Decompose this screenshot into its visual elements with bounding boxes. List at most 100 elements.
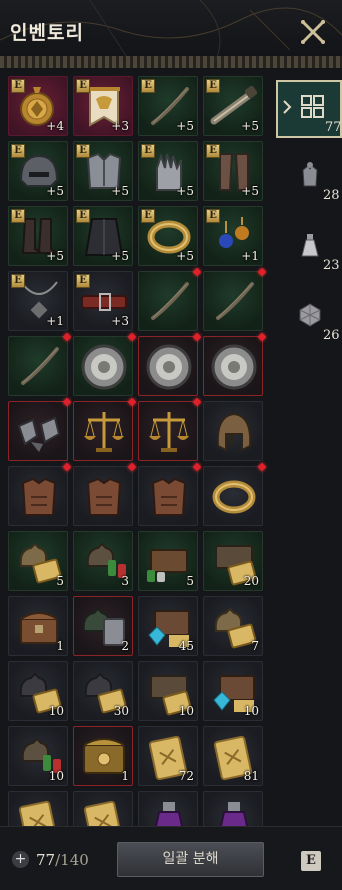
- inventory-slot[interactable]: [203, 401, 263, 461]
- shield-icon: [81, 344, 127, 390]
- inventory-slot[interactable]: [73, 397, 137, 461]
- item-count: +1: [46, 314, 64, 328]
- inventory-slot[interactable]: [8, 332, 72, 396]
- inventory-slot[interactable]: E +5: [138, 141, 198, 201]
- inventory-slot[interactable]: [138, 332, 202, 396]
- new-item-marker: [62, 397, 72, 407]
- sidebar-tab[interactable]: 23: [276, 220, 342, 278]
- bow-icon: [21, 347, 59, 385]
- inventory-slot[interactable]: E +3: [73, 76, 133, 136]
- inventory-slot[interactable]: 10: [8, 726, 68, 786]
- leather-armor-icon: [21, 477, 57, 516]
- inventory-slot[interactable]: 5: [8, 531, 68, 591]
- shield-icon: [146, 344, 192, 390]
- inventory-slot[interactable]: 7: [203, 596, 263, 656]
- inventory-slot[interactable]: E +4: [8, 76, 68, 136]
- inventory-slot[interactable]: [203, 267, 267, 331]
- inventory-slot[interactable]: [8, 397, 72, 461]
- item-count: 5: [186, 574, 194, 588]
- inventory-slot[interactable]: 2: [73, 596, 133, 656]
- window-title: 인벤토리: [10, 22, 84, 44]
- inventory-slot[interactable]: 10: [203, 661, 263, 721]
- sidebar-tab-count: 26: [323, 328, 340, 343]
- scroll-icon: [18, 800, 58, 826]
- expand-capacity-button[interactable]: +: [12, 851, 29, 868]
- inventory-slot[interactable]: [8, 791, 68, 826]
- new-item-marker: [192, 397, 202, 407]
- chevron-right-icon: [283, 100, 292, 114]
- equipped-badge: E: [141, 79, 155, 93]
- inventory-slot[interactable]: [203, 462, 267, 526]
- equipped-badge: E: [141, 144, 155, 158]
- sidebar-tab[interactable]: 26: [276, 290, 342, 348]
- equipped-badge: E: [11, 274, 25, 288]
- inventory-slot[interactable]: [138, 462, 202, 526]
- inventory-slot[interactable]: [73, 791, 133, 826]
- inventory-slot[interactable]: [203, 791, 263, 826]
- inventory-slot[interactable]: E +5: [138, 76, 198, 136]
- inventory-slot[interactable]: E +5: [73, 141, 133, 201]
- item-count: 1: [56, 639, 64, 653]
- item-count: +5: [46, 249, 64, 263]
- close-icon[interactable]: [299, 18, 327, 46]
- inventory-slot[interactable]: 10: [8, 661, 68, 721]
- inventory-slot[interactable]: E +5: [138, 206, 198, 266]
- inventory-slot[interactable]: E +1: [203, 206, 263, 266]
- bow-icon: [151, 282, 189, 320]
- inventory-slot[interactable]: 3: [73, 531, 133, 591]
- inventory-slot[interactable]: E +1: [8, 271, 68, 331]
- scales-icon: [149, 412, 189, 452]
- inventory-slot[interactable]: 5: [138, 531, 198, 591]
- equipped-badge: E: [11, 79, 25, 93]
- gauntlet-pair-icon: [17, 416, 61, 452]
- item-count: +5: [241, 119, 259, 133]
- inventory-slot[interactable]: [73, 462, 137, 526]
- inventory-slot[interactable]: E +5: [73, 206, 133, 266]
- inventory-slot[interactable]: E +5: [203, 141, 263, 201]
- inventory-slot[interactable]: 81: [203, 726, 263, 786]
- helmet-crest-icon: [216, 412, 252, 452]
- inventory-slot[interactable]: 45: [138, 596, 198, 656]
- item-count: +5: [111, 184, 129, 198]
- inventory-slot[interactable]: 30: [73, 661, 133, 721]
- inventory-slot[interactable]: 20: [203, 531, 263, 591]
- inventory-slot[interactable]: E +5: [203, 76, 263, 136]
- armor-icon: [302, 162, 318, 187]
- equipped-badge: E: [206, 144, 220, 158]
- item-count: 10: [48, 704, 64, 718]
- inventory-slot[interactable]: E +5: [8, 206, 68, 266]
- inventory-slot[interactable]: E +3: [73, 271, 133, 331]
- inventory-grid: E +4 E +3 E +5 E +5 E +5 E +5 E +5 E +5 E +5 E +5 E +5 E +1 E +1 E…: [8, 76, 274, 826]
- sidebar-tab-count: 28: [323, 188, 340, 203]
- inventory-slot[interactable]: [203, 332, 267, 396]
- item-count: 81: [243, 769, 259, 783]
- sidebar-tab[interactable]: 77: [276, 80, 342, 138]
- inventory-slot[interactable]: [138, 397, 202, 461]
- inventory-slot[interactable]: [138, 791, 198, 826]
- inventory-slot[interactable]: 10: [138, 661, 198, 721]
- new-item-marker: [257, 332, 267, 342]
- sidebar-tab-count: 77: [325, 120, 342, 135]
- new-item-marker: [127, 397, 137, 407]
- item-count: 45: [178, 639, 194, 653]
- sidebar-tab[interactable]: 28: [276, 150, 342, 208]
- equipped-badge: E: [11, 144, 25, 158]
- new-item-marker: [127, 462, 137, 472]
- item-count: +3: [111, 119, 129, 133]
- inventory-slot[interactable]: 72: [138, 726, 198, 786]
- inventory-slot[interactable]: [138, 267, 202, 331]
- inventory-slot[interactable]: [73, 332, 137, 396]
- window-header: 인벤토리: [0, 0, 342, 62]
- equipped-badge: E: [11, 209, 25, 223]
- equipped-badge: E: [76, 274, 90, 288]
- item-count: +3: [111, 314, 129, 328]
- inventory-slot[interactable]: E +5: [8, 141, 68, 201]
- bulk-dismantle-button[interactable]: 일괄 분해: [117, 842, 264, 877]
- item-count: +5: [176, 119, 194, 133]
- inventory-slot[interactable]: 1: [73, 726, 133, 786]
- item-count: 30: [113, 704, 129, 718]
- shield-icon: [211, 344, 257, 390]
- inventory-slot[interactable]: 1: [8, 596, 68, 656]
- inventory-slot[interactable]: [8, 462, 72, 526]
- new-item-marker: [192, 332, 202, 342]
